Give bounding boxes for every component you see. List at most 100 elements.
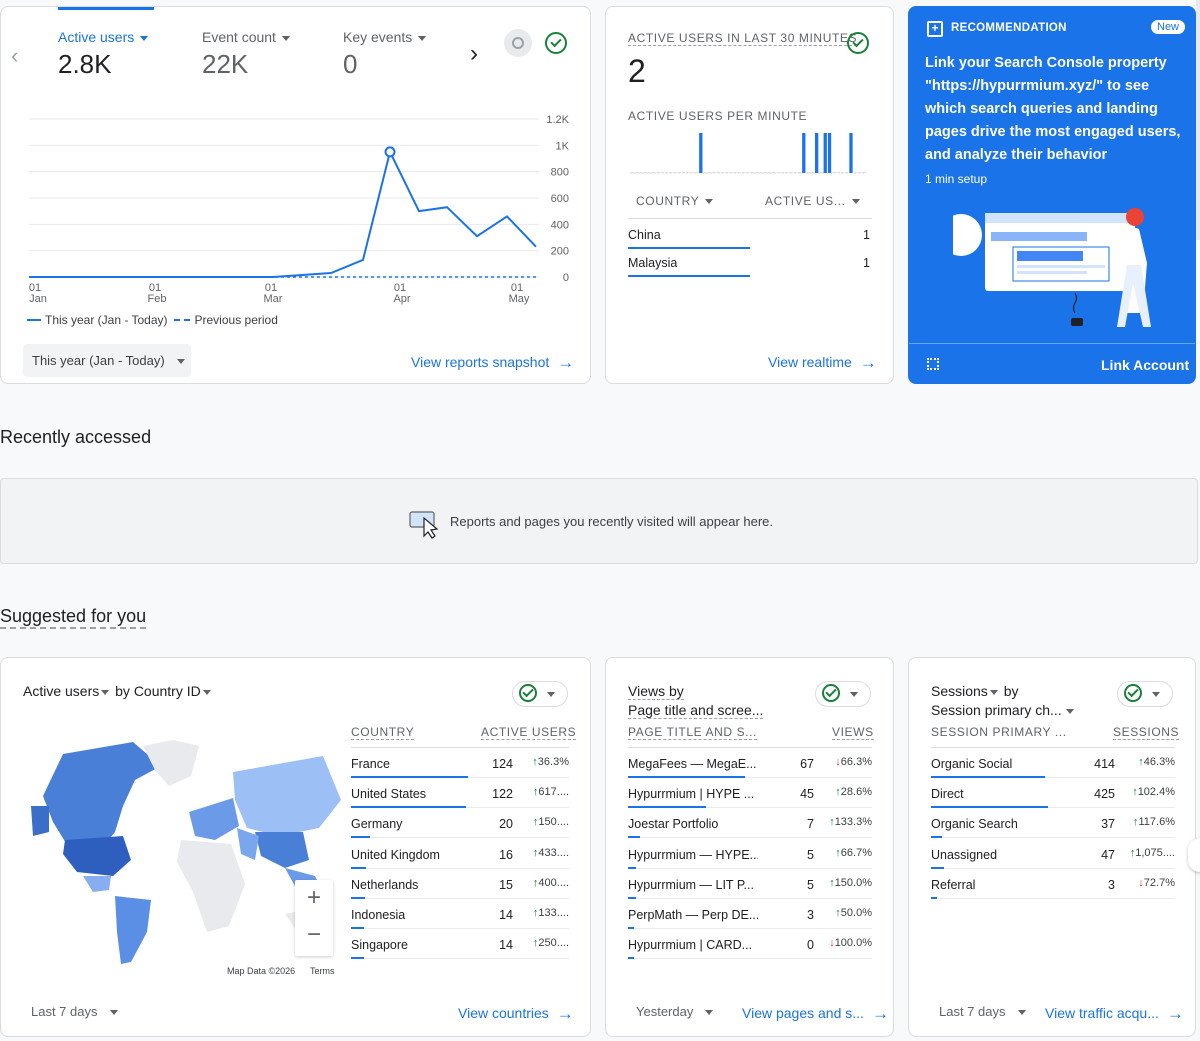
minute-bar [815,133,819,173]
row-label: Hypurrmium — LIT P... [628,877,754,892]
table-row[interactable]: Germany 20 ↑150.... [351,808,569,839]
recently-accessed-empty-text: Reports and pages you recently visited w… [450,514,774,529]
metric-active-users[interactable]: Active users 2.8K [58,29,149,80]
view-traffic-link[interactable]: View traffic acqu... → [1045,1004,1184,1024]
zoom-controls: + − [295,880,333,956]
table-row[interactable]: Referral 3 ↓72.7% [931,869,1175,899]
metric-key-events[interactable]: Key events 0 [343,29,427,80]
change-up: ↑36.3% [532,756,569,768]
change-value: 46.3% [1143,756,1175,768]
per-minute-bar-chart [630,133,866,174]
recommendation-card: + RECOMMENDATION New Link your Search Co… [908,6,1196,384]
cursor-window-icon [409,511,439,539]
status-ok-icon [822,684,840,702]
per-minute-title: ACTIVE USERS PER MINUTE [628,109,808,123]
link-account-button[interactable]: Link Account [1101,357,1189,373]
status-ok-icon[interactable] [847,32,869,54]
row-value: 1 [863,228,870,242]
zoom-in-button[interactable]: + [295,880,333,918]
minute-bar [827,133,832,173]
scroll-right-button[interactable] [1188,838,1200,872]
table-row[interactable]: Joestar Portfolio 7 ↑133.3% [628,808,872,839]
scrollbar[interactable] [1196,0,1200,240]
row-country: Malaysia [628,256,678,270]
table-row[interactable]: PerpMath — Perp DE... 3 ↑50.0% [628,899,872,929]
peak-point[interactable] [384,146,396,158]
minute-bar [699,133,703,173]
col-session-channel[interactable]: SESSION PRIMARY ... [931,725,1067,739]
row-label: Unassigned [931,847,998,862]
status-ok-icon[interactable] [545,32,567,54]
x-tick-label: May [509,293,530,305]
insights-icon[interactable] [504,29,532,57]
table-row[interactable]: Hypurrmium | HYPE ... 45 ↑28.6% [628,778,872,809]
pages-table: MegaFees — MegaE... 67 ↓66.3% Hypurrmium | … [628,748,872,962]
table-row[interactable]: Hypurrmium | CARD... 0 ↓100.0% [628,929,872,960]
col-country[interactable]: COUNTRY [351,725,415,740]
change-value: 66.7% [840,846,872,859]
table-row[interactable]: Organic Social 414 ↑46.3% [931,748,1175,778]
col-active-users[interactable]: ACTIVE USERS [481,725,577,740]
col-views[interactable]: VIEWS [832,725,874,740]
table-row[interactable]: United States 122 ↑617.... [351,778,569,809]
table-row[interactable]: Singapore 14 ↑250.... [351,929,569,960]
col-active-users[interactable]: ACTIVE US... [765,194,860,208]
change-value: 250.... [538,937,569,950]
table-row[interactable]: Direct 425 ↑102.4% [931,778,1175,809]
card-options-button[interactable] [815,681,871,707]
table-row[interactable]: MegaFees — MegaE... 67 ↓66.3% [628,748,872,778]
y-tick-label: 1K [556,140,570,152]
table-row[interactable]: Organic Search 37 ↑117.6% [931,808,1175,839]
expand-icon[interactable] [927,358,939,370]
row-divider [351,958,569,960]
card-title-line-2[interactable]: Page title and scree... [628,702,764,719]
minute-bar [832,172,836,173]
col-page-title[interactable]: PAGE TITLE AND S... [628,725,757,740]
date-range-select[interactable]: Last 7 days [31,1004,118,1019]
table-row[interactable]: France 124 ↑36.3% [351,748,569,778]
row-label: Singapore [351,938,408,953]
zoom-out-button[interactable]: − [295,918,333,956]
table-row[interactable]: Malaysia 1 [628,247,872,277]
table-row[interactable]: Indonesia 14 ↑133.... [351,899,569,929]
view-reports-snapshot-link[interactable]: View reports snapshot → [411,353,574,373]
minute-bar [677,172,681,173]
change-up: ↑117.6% [1133,816,1175,828]
minute-bar [789,172,793,173]
table-row[interactable]: China 1 [628,219,872,249]
chevron-right-icon[interactable]: › [470,40,478,68]
chevron-left-icon[interactable]: ‹ [11,43,18,69]
overview-line-chart: 1.2K1K800600400200001Jan01Feb01Mar01Apr0… [29,114,570,305]
card-options-button[interactable] [512,681,568,707]
metric-selector[interactable]: Active users [23,683,110,699]
date-range-select[interactable]: This year (Jan - Today) [23,344,191,377]
view-pages-link[interactable]: View pages and s... → [742,1004,889,1024]
change-up: ↑133.... [533,907,569,919]
date-range-select[interactable]: Yesterday [636,1004,714,1019]
card-options-button[interactable] [1117,681,1173,707]
minute-bar [767,172,772,173]
table-row[interactable]: United Kingdom 16 ↑433.... [351,839,569,869]
suggested-heading: Suggested for you [0,606,147,629]
date-range-select[interactable]: Last 7 days [939,1004,1026,1019]
change-up: ↑46.3% [1138,756,1175,768]
metric-selector[interactable]: Sessions [931,683,998,699]
view-realtime-link[interactable]: View realtime → [768,353,877,373]
map-terms-link[interactable]: Terms [310,966,335,976]
minute-bar [772,172,776,173]
col-sessions[interactable]: SESSIONS [1113,725,1180,740]
minute-bar [845,172,849,173]
legend-previous-swatch [173,319,190,321]
realtime-rows: China 1 Malaysia 1 [628,219,872,279]
table-row[interactable]: Netherlands 15 ↑400.... [351,869,569,899]
table-row[interactable]: Hypurrmium — LIT P... 5 ↑150.0% [628,869,872,899]
dimension-selector[interactable]: Session primary ch... [931,702,1074,718]
col-country[interactable]: COUNTRY [636,194,714,208]
recommendation-icon: + [927,21,943,37]
table-row[interactable]: Hypurrmium — HYPE... 5 ↑66.7% [628,839,872,869]
x-tick-label: Feb [148,293,167,305]
metric-event-count[interactable]: Event count 22K [202,29,290,80]
view-countries-link[interactable]: View countries → [458,1004,574,1024]
table-row[interactable]: Unassigned 47 ↑1,075.... [931,839,1175,869]
metric-selector-label: Sessions [931,683,988,699]
